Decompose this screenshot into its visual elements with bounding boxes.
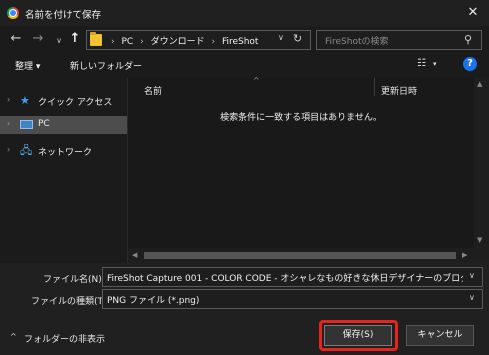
cancel-button[interactable]: キャンセル <box>406 325 474 346</box>
star-icon: ★ <box>20 94 30 107</box>
up-arrow-icon[interactable]: ↑ <box>66 30 84 48</box>
sidebar-item-label: PC <box>38 119 50 129</box>
scrollbar-corner <box>474 248 489 263</box>
expand-chevron-icon[interactable]: › <box>7 119 10 128</box>
filename-field[interactable]: FireShot Capture 001 - COLOR CODE - オシャレ… <box>102 267 483 287</box>
expand-chevron-icon[interactable]: › <box>7 145 10 154</box>
filename-value[interactable]: FireShot Capture 001 - COLOR CODE - オシャレ… <box>107 271 463 284</box>
organize-button[interactable]: 整理 ▾ <box>15 59 40 72</box>
pc-icon <box>20 120 33 129</box>
address-dropdown-icon[interactable]: ∨ <box>278 33 284 42</box>
filetype-label: ファイルの種類(T): <box>31 297 110 307</box>
search-input[interactable]: FireShotの検索 ⚲ <box>316 30 482 50</box>
new-folder-button[interactable]: 新しいフォルダー <box>70 59 142 72</box>
sidebar-item-label: クイック アクセス <box>38 98 113 108</box>
breadcrumb: › PC › ダウンロード › FireShot <box>107 34 258 47</box>
navigation-pane: › ★ クイック アクセス › PC › 🖧 ネットワーク <box>0 78 127 263</box>
breadcrumb-item-downloads[interactable]: ダウンロード <box>151 37 205 47</box>
back-arrow-icon[interactable]: ← <box>7 30 25 48</box>
refresh-icon[interactable]: ↻ <box>293 32 302 45</box>
sidebar-item-label: ネットワーク <box>38 148 93 158</box>
column-header-modified[interactable]: 更新日時 <box>381 84 417 97</box>
chrome-icon <box>7 7 19 19</box>
title-bar: 名前を付けて保存 ✕ <box>0 0 489 26</box>
filetype-dropdown-icon[interactable]: ∨ <box>469 293 475 302</box>
empty-results-message: 検索条件に一致する項目はありません。 <box>220 113 382 123</box>
close-icon[interactable]: ✕ <box>464 4 482 22</box>
breadcrumb-sep: › <box>140 37 144 47</box>
search-placeholder: FireShotの検索 <box>325 37 389 47</box>
help-icon[interactable]: ? <box>463 57 477 71</box>
filename-label: ファイル名(N): <box>43 275 105 285</box>
sidebar-item-pc[interactable]: › PC <box>0 116 127 134</box>
address-bar[interactable]: › PC › ダウンロード › FireShot ∨ ↻ <box>86 30 311 50</box>
scroll-up-icon[interactable]: ▲ <box>477 80 482 88</box>
window-title: 名前を付けて保存 <box>25 10 102 21</box>
filetype-value: PNG ファイル (*.png) <box>107 296 200 306</box>
filename-dropdown-icon[interactable]: ∨ <box>469 271 475 280</box>
filetype-select[interactable]: PNG ファイル (*.png) ∨ <box>102 289 483 309</box>
breadcrumb-item-fireshot[interactable]: FireShot <box>222 37 259 47</box>
network-icon: 🖧 <box>20 144 33 157</box>
sidebar-item-network[interactable]: › 🖧 ネットワーク <box>0 142 127 160</box>
breadcrumb-sep: › <box>111 37 115 47</box>
file-list: ^ 名前 更新日時 検索条件に一致する項目はありません。 ▲ ▼ ◀ ▶ <box>127 76 489 263</box>
column-divider[interactable] <box>374 78 375 96</box>
collapse-chevron-icon: ^ <box>10 332 17 341</box>
scroll-down-icon[interactable]: ▼ <box>477 236 482 244</box>
save-button[interactable]: 保存(S) <box>324 325 392 346</box>
scroll-left-icon[interactable]: ◀ <box>132 251 137 259</box>
scrollbar-thumb[interactable] <box>144 252 456 259</box>
horizontal-scrollbar[interactable]: ◀ ▶ <box>128 248 474 263</box>
expand-chevron-icon[interactable]: › <box>7 95 10 104</box>
column-header-name[interactable]: 名前 <box>144 84 162 97</box>
forward-arrow-icon[interactable]: → <box>29 30 47 48</box>
hide-folders-label: フォルダーの非表示 <box>24 335 106 345</box>
vertical-scrollbar[interactable]: ▲ ▼ <box>474 78 489 248</box>
view-dropdown-icon[interactable]: ▾ <box>433 60 437 68</box>
save-form: ファイル名(N): FireShot Capture 001 - COLOR C… <box>0 263 489 355</box>
sidebar-item-quick-access[interactable]: › ★ クイック アクセス <box>0 92 127 110</box>
breadcrumb-sep: › <box>211 37 216 47</box>
view-options-icon[interactable]: ☷ <box>417 58 426 69</box>
search-icon[interactable]: ⚲ <box>464 33 472 46</box>
sort-ascending-icon: ^ <box>253 76 260 85</box>
breadcrumb-item-pc[interactable]: PC <box>121 37 133 47</box>
folder-icon <box>90 32 102 46</box>
scroll-right-icon[interactable]: ▶ <box>462 251 467 259</box>
command-toolbar: 整理 ▾ 新しいフォルダー ☷ ▾ ? <box>0 54 489 78</box>
